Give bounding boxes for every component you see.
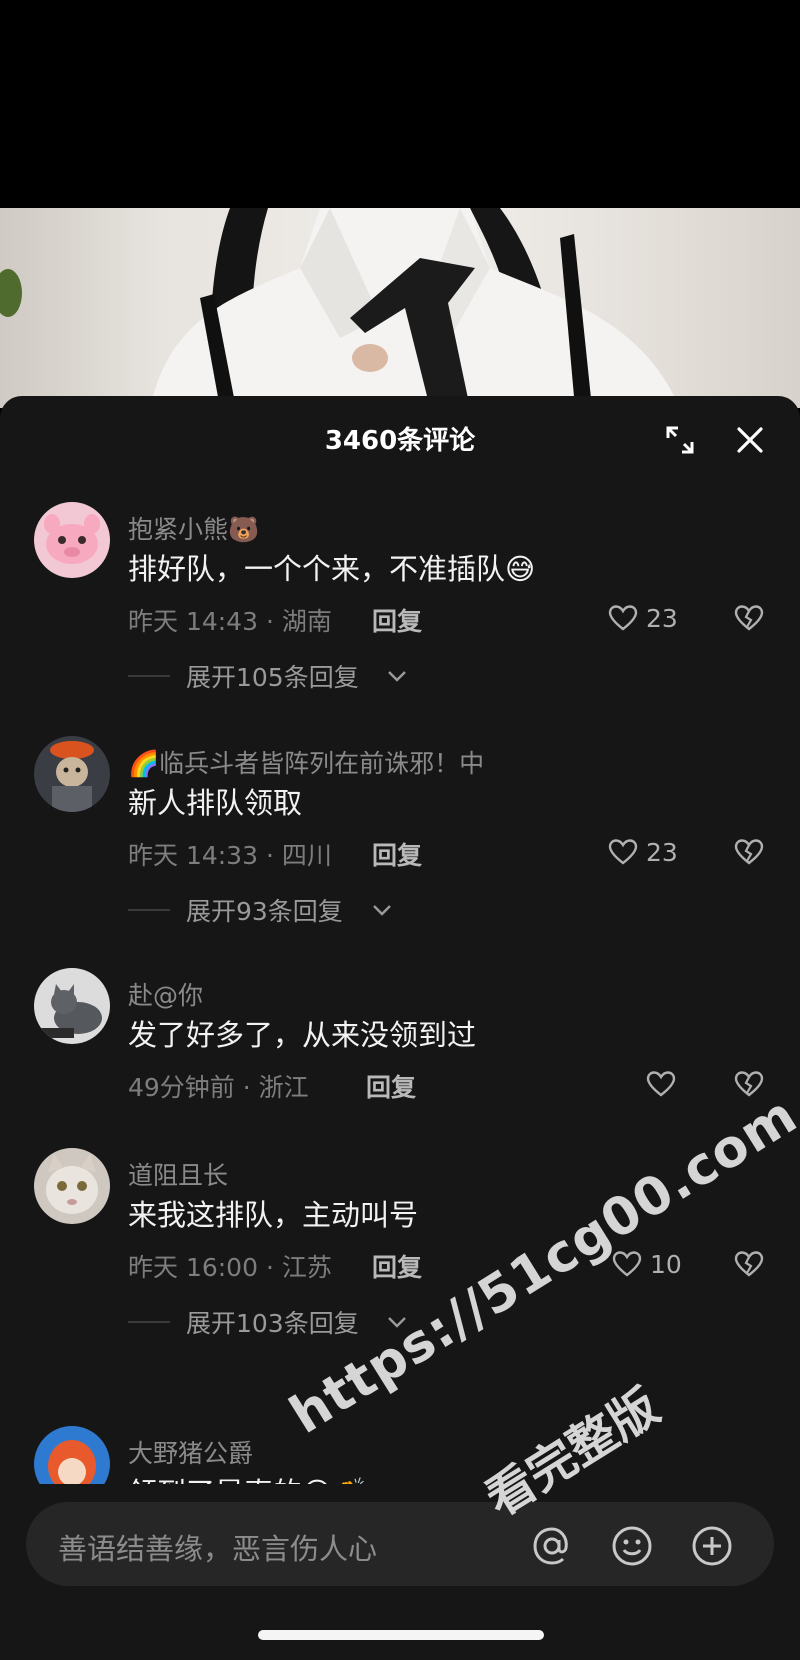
reply-button[interactable]: 回复 (372, 1248, 422, 1284)
close-icon[interactable] (732, 422, 768, 458)
like-count: 10 (650, 1250, 682, 1279)
expand-replies[interactable]: 展开105条回复 (128, 656, 428, 696)
avatar[interactable] (34, 1148, 110, 1224)
expand-replies[interactable]: 展开93条回复 (128, 890, 428, 930)
comment-input-placeholder: 善语结善缘，恶言伤人心 (58, 1532, 378, 1566)
username[interactable]: 赴@你 (128, 976, 203, 1012)
comment-meta: 昨天 14:33 · 四川 (128, 841, 332, 870)
expand-divider (128, 1321, 170, 1323)
comment-meta: 昨天 16:00 · 江苏 (128, 1253, 332, 1282)
panel-header: 3460条评论 (0, 396, 800, 482)
broken-heart-icon[interactable] (734, 604, 764, 632)
at-icon[interactable] (530, 1524, 574, 1568)
video-frame[interactable] (0, 208, 800, 408)
expand-icon[interactable] (662, 422, 698, 458)
heart-icon[interactable] (646, 1070, 676, 1098)
comment-text: 来我这排队，主动叫号 (128, 1198, 419, 1232)
comment-meta: 昨天 14:43 · 湖南 (128, 607, 332, 636)
username[interactable]: 抱紧小熊🐻 (128, 510, 259, 546)
avatar[interactable] (34, 736, 110, 812)
video-top-black (0, 0, 800, 208)
heart-icon[interactable] (608, 604, 638, 632)
comment-text: 发了好多了，从来没领到过 (128, 1018, 477, 1052)
comment-item: 赴@你 发了好多了，从来没领到过 49分钟前 · 浙江 回复 (0, 968, 800, 1128)
username[interactable]: 🌈临兵斗者皆阵列在前诛邪！中 (128, 744, 484, 780)
like-count: 23 (646, 838, 678, 867)
avatar[interactable] (34, 968, 110, 1044)
expand-replies-label: 展开105条回复 (186, 663, 359, 692)
username[interactable]: 大野猪公爵 (128, 1434, 253, 1470)
comment-meta: 49分钟前 · 浙江 (128, 1073, 309, 1102)
expand-divider (128, 909, 170, 911)
expand-divider (128, 675, 170, 677)
reply-button[interactable]: 回复 (372, 602, 422, 638)
comment-input[interactable]: 善语结善缘，恶言伤人心 (26, 1502, 774, 1586)
comment-text: 新人排队领取 (128, 786, 303, 820)
chevron-down-icon (388, 671, 406, 682)
broken-heart-icon[interactable] (734, 1250, 764, 1278)
expand-replies-label: 展开103条回复 (186, 1309, 359, 1338)
like-count: 23 (646, 604, 678, 633)
username[interactable]: 道阻且长 (128, 1156, 228, 1192)
plus-icon[interactable] (690, 1524, 734, 1568)
home-indicator[interactable] (258, 1630, 544, 1640)
video-thumbnail-image (0, 208, 680, 408)
reply-button[interactable]: 回复 (372, 836, 422, 872)
reply-button[interactable]: 回复 (366, 1068, 416, 1104)
comment-text: 排好队，一个个来，不准插队😅 (128, 552, 536, 586)
expand-replies-label: 展开93条回复 (186, 897, 343, 926)
chevron-down-icon (373, 905, 391, 916)
avatar[interactable] (34, 502, 110, 578)
emoji-icon[interactable] (610, 1524, 654, 1568)
heart-icon[interactable] (608, 838, 638, 866)
broken-heart-icon[interactable] (734, 838, 764, 866)
comments-panel: 3460条评论 抱紧小熊🐻 排好队，一个个来，不准插队😅 昨天 14:43 · … (0, 396, 800, 1660)
